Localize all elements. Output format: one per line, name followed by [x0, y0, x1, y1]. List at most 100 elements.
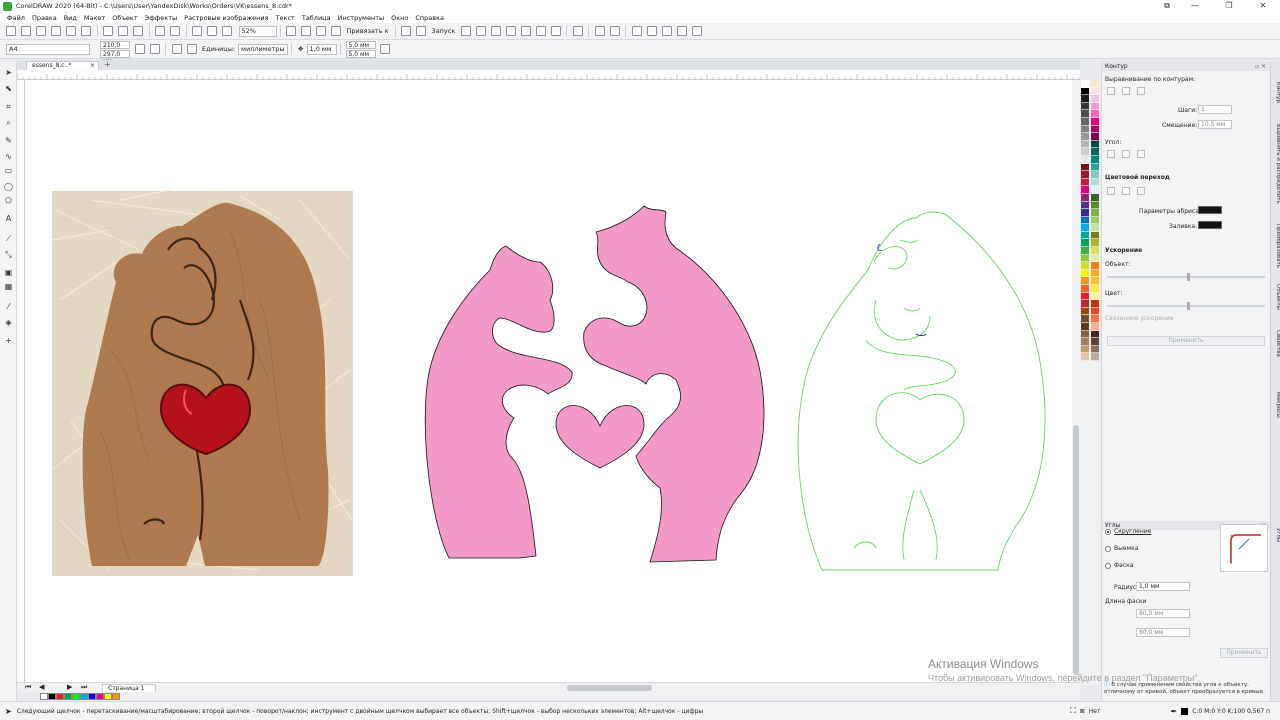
palette-swatch[interactable] — [1081, 209, 1089, 217]
run-macro-icon[interactable] — [631, 26, 642, 36]
new-doc-icon[interactable] — [6, 26, 16, 36]
restore-small-icon[interactable]: ⧉ — [1164, 0, 1170, 12]
app-launcher-icon[interactable] — [416, 26, 427, 36]
shadow-tool-icon[interactable]: ▣ — [4, 268, 13, 277]
side-tab-transform[interactable]: Преобразовать — [1271, 224, 1280, 268]
contour-inside-icon[interactable] — [1122, 87, 1130, 95]
palette-swatch[interactable] — [1091, 216, 1099, 225]
blend-clockwise-icon[interactable] — [1122, 187, 1130, 195]
palette-swatch[interactable] — [1091, 102, 1099, 111]
steps-field[interactable]: 1 — [1198, 105, 1232, 114]
fill-bucket-icon[interactable]: ⛶ — [1070, 706, 1076, 716]
stop-macro-icon[interactable] — [646, 26, 657, 36]
save-icon[interactable] — [36, 26, 46, 36]
palette-swatch[interactable] — [1081, 186, 1089, 194]
proof-colors-icon[interactable] — [609, 26, 620, 36]
vertical-ruler[interactable] — [17, 80, 25, 682]
launch-dropdown[interactable]: Запуск — [432, 27, 456, 35]
palette-swatch[interactable] — [1091, 300, 1099, 308]
palette-swatch[interactable] — [1091, 247, 1099, 255]
palette-swatch[interactable] — [1091, 277, 1099, 286]
document-palette-swatch[interactable] — [112, 692, 120, 700]
outline-pen-icon[interactable]: ✒ — [1171, 707, 1178, 716]
trim-icon[interactable] — [520, 26, 531, 36]
units-select[interactable]: миллиметры — [238, 43, 289, 55]
pen-icon[interactable] — [550, 26, 561, 36]
page-width-field[interactable]: 210,0 мм — [100, 40, 130, 56]
contour-outside-icon[interactable] — [1137, 87, 1145, 95]
transparency-tool-icon[interactable]: ▦ — [4, 282, 13, 291]
palette-swatch[interactable] — [1081, 269, 1089, 278]
link-accel-label[interactable]: Связанное ускорение — [1105, 315, 1173, 322]
macro-icon[interactable] — [460, 26, 471, 36]
palette-swatch[interactable] — [1091, 254, 1099, 263]
menu-window[interactable]: Окно — [391, 14, 408, 22]
scallop-radio[interactable] — [1105, 546, 1111, 552]
rulers-icon[interactable] — [301, 26, 311, 36]
print-icon[interactable] — [81, 26, 91, 36]
zoom-tool-icon[interactable]: ⌕ — [4, 118, 13, 127]
palette-swatch[interactable] — [1081, 148, 1089, 156]
palette-swatch[interactable] — [1081, 353, 1089, 361]
document-palette-swatch[interactable] — [64, 692, 72, 700]
palette-swatch[interactable] — [1091, 140, 1099, 149]
corner-round-icon[interactable] — [1122, 150, 1130, 158]
shape-tool-icon[interactable]: ⬉ — [4, 84, 13, 93]
palette-swatch[interactable] — [1091, 269, 1099, 278]
chamfer-option-label[interactable]: Фаска — [1114, 562, 1133, 569]
minimize-button[interactable]: — — [1178, 0, 1212, 12]
macro-manager-icon[interactable] — [691, 26, 702, 36]
color-accel-slider[interactable] — [1107, 302, 1265, 310]
corners-apply-button[interactable]: Применить — [1220, 648, 1268, 658]
close-tab-icon[interactable]: × — [90, 62, 95, 70]
palette-swatch[interactable] — [1091, 353, 1099, 361]
palette-swatch[interactable] — [1091, 193, 1099, 202]
new-tab-icon[interactable]: + — [104, 60, 111, 69]
redo-icon[interactable] — [170, 26, 180, 36]
palette-swatch[interactable] — [1091, 178, 1099, 187]
text-format-icon[interactable] — [572, 26, 583, 36]
palette-swatch[interactable] — [1081, 80, 1089, 88]
horizontal-ruler[interactable] — [16, 70, 1080, 80]
document-palette-swatch[interactable] — [104, 692, 112, 700]
offset-field[interactable]: 10,5 мм — [1198, 120, 1232, 129]
palette-swatch[interactable] — [1081, 133, 1089, 141]
palette-swatch[interactable] — [1091, 209, 1099, 217]
palette-swatch[interactable] — [1091, 292, 1099, 301]
document-tab[interactable]: essens_8.c..* × — [26, 61, 99, 70]
menu-layout[interactable]: Макет — [84, 14, 105, 22]
page-height-field[interactable]: 297,0 мм — [100, 49, 130, 65]
upload-icon[interactable] — [51, 26, 61, 36]
palette-swatch[interactable] — [1081, 140, 1089, 149]
menu-view[interactable]: Вид — [64, 14, 77, 22]
palette-swatch[interactable] — [1091, 95, 1099, 103]
palette-swatch[interactable] — [1091, 224, 1099, 232]
palette-swatch[interactable] — [1081, 285, 1089, 293]
quick-customize-icon[interactable] — [395, 44, 405, 54]
prev-page-icon[interactable]: ◀ — [39, 683, 44, 691]
corner-bevel-icon[interactable] — [1137, 150, 1145, 158]
palette-swatch[interactable] — [1091, 186, 1099, 194]
color-mode-icon[interactable] — [594, 26, 605, 36]
polygon-tool-icon[interactable]: ⬠ — [4, 196, 13, 205]
treat-as-filled-icon[interactable] — [380, 44, 390, 54]
palette-swatch[interactable] — [1091, 117, 1099, 126]
pink-bears-shape[interactable] — [424, 205, 765, 563]
document-palette-swatch[interactable] — [96, 692, 104, 700]
palette-swatch[interactable] — [1081, 163, 1089, 172]
menu-tools[interactable]: Инструменты — [338, 14, 385, 22]
document-palette-swatch[interactable] — [80, 692, 88, 700]
eyedropper-tool-icon[interactable]: ⁄ — [4, 302, 13, 311]
side-tab-contour[interactable]: Контур — [1271, 82, 1280, 103]
crop-tool-icon[interactable]: ⌗ — [4, 102, 13, 111]
portrait-icon[interactable] — [134, 44, 145, 54]
undo-icon[interactable] — [155, 26, 165, 36]
parallel-dimension-icon[interactable]: ⟋ — [4, 234, 13, 243]
ellipse-tool-icon[interactable]: ◯ — [4, 182, 13, 191]
fillet-option-label[interactable]: Скругление — [1114, 528, 1151, 535]
palette-swatch[interactable] — [1081, 201, 1089, 210]
rectangle-tool-icon[interactable]: ▭ — [4, 166, 13, 175]
menu-bitmaps[interactable]: Растровые изображения — [184, 14, 268, 22]
menu-file[interactable]: Файл — [7, 14, 25, 22]
page-size-select[interactable]: A4 — [6, 43, 90, 55]
